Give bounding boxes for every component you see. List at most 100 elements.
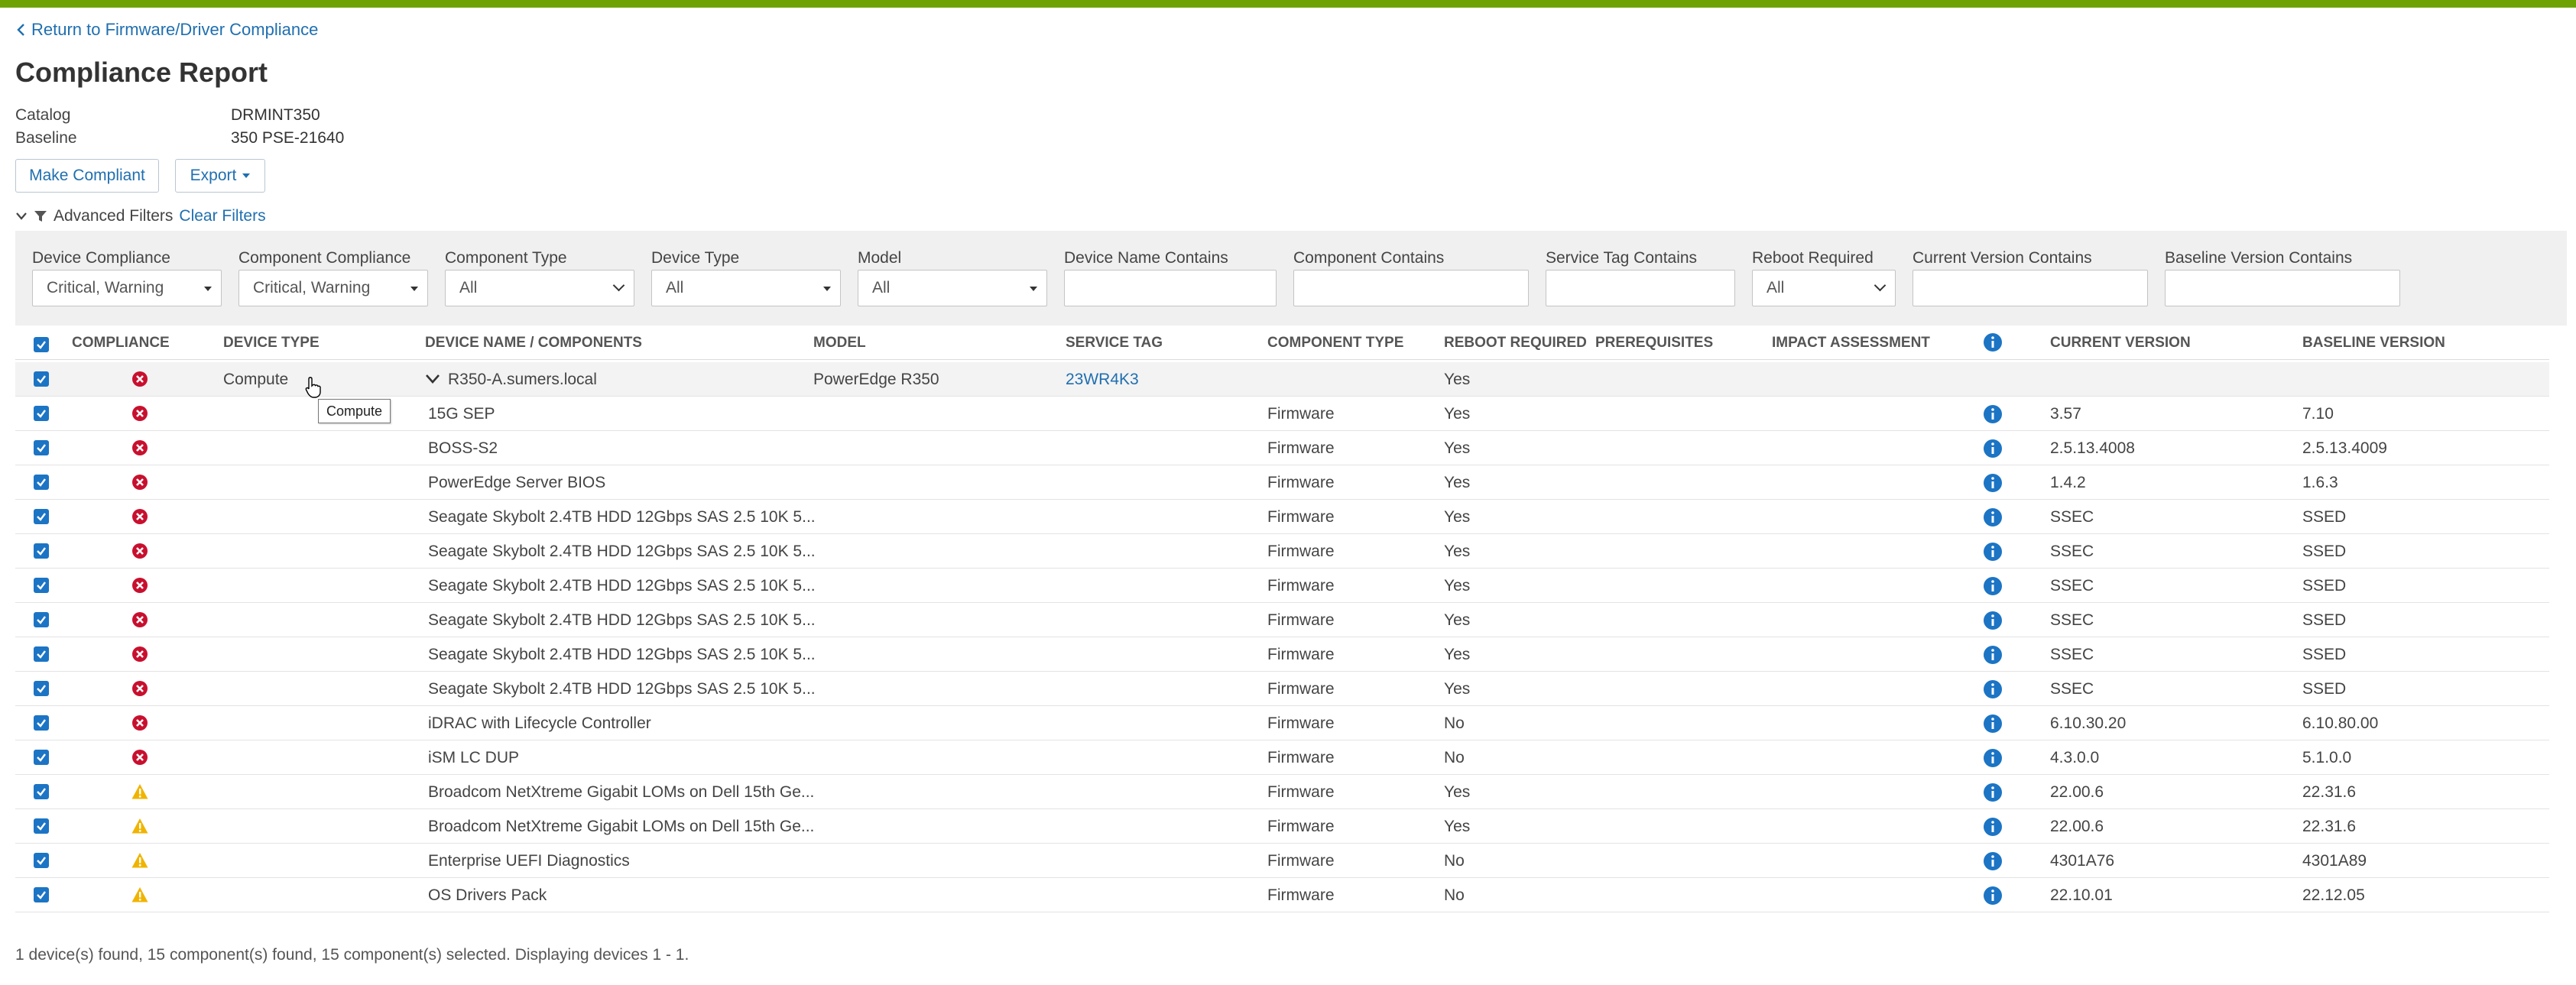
component-row[interactable]: 15G SEP Firmware Yes 3.57 7.10 [15, 397, 2549, 431]
export-button[interactable]: Export [175, 159, 265, 193]
info-icon[interactable] [1983, 507, 2003, 527]
component-row[interactable]: PowerEdge Server BIOS Firmware Yes 1.4.2 1.6… [15, 465, 2549, 500]
info-icon[interactable] [1983, 332, 2003, 352]
info-icon[interactable] [1983, 473, 2003, 493]
info-icon[interactable] [1983, 886, 2003, 906]
component-type: Firmware [1267, 611, 1335, 629]
component-row[interactable]: Seagate Skybolt 2.4TB HDD 12Gbps SAS 2.5… [15, 534, 2549, 569]
device-name-input[interactable] [1064, 270, 1277, 306]
reboot-required: Yes [1444, 680, 1471, 698]
col-device-name[interactable]: DEVICE NAME / COMPONENTS [425, 335, 642, 352]
col-prerequisites[interactable]: PREREQUISITES [1595, 335, 1713, 352]
row-checkbox[interactable] [34, 578, 49, 593]
baseline-label: Baseline [15, 129, 77, 147]
info-icon[interactable] [1983, 748, 2003, 768]
component-type: Firmware [1267, 818, 1335, 835]
component-type: Firmware [1267, 680, 1335, 698]
select-all-checkbox[interactable] [34, 337, 49, 352]
row-checkbox[interactable] [34, 715, 49, 731]
component-name: Seagate Skybolt 2.4TB HDD 12Gbps SAS 2.5… [428, 611, 816, 629]
info-icon[interactable] [1983, 782, 2003, 802]
component-row[interactable]: Seagate Skybolt 2.4TB HDD 12Gbps SAS 2.5… [15, 672, 2549, 706]
filter-model-label: Model [858, 249, 902, 267]
info-icon[interactable] [1983, 714, 2003, 734]
reboot-required: Yes [1444, 646, 1471, 663]
col-baseline-version[interactable]: BASELINE VERSION [2302, 335, 2445, 352]
baseline-version: SSED [2302, 508, 2347, 526]
model-select[interactable]: All [858, 270, 1047, 306]
back-link[interactable]: Return to Firmware/Driver Compliance [17, 20, 318, 40]
row-checkbox[interactable] [34, 853, 49, 868]
reboot-required: Yes [1444, 577, 1471, 595]
reboot-required: Yes [1444, 508, 1471, 526]
col-compliance[interactable]: COMPLIANCE [72, 335, 170, 352]
component-type-select[interactable]: All [445, 270, 634, 306]
component-type: Firmware [1267, 852, 1335, 870]
row-checkbox[interactable] [34, 612, 49, 627]
row-checkbox[interactable] [34, 818, 49, 834]
info-icon[interactable] [1983, 679, 2003, 699]
component-row[interactable]: iSM LC DUP Firmware No 4.3.0.0 5.1.0.0 [15, 740, 2549, 775]
row-checkbox[interactable] [34, 406, 49, 421]
component-row[interactable]: Seagate Skybolt 2.4TB HDD 12Gbps SAS 2.5… [15, 603, 2549, 637]
component-contains-input[interactable] [1293, 270, 1529, 306]
info-icon[interactable] [1983, 817, 2003, 837]
row-checkbox[interactable] [34, 887, 49, 902]
info-icon[interactable] [1983, 542, 2003, 562]
current-version-input[interactable] [1913, 270, 2148, 306]
row-checkbox[interactable] [34, 475, 49, 490]
make-compliant-button[interactable]: Make Compliant [15, 159, 159, 193]
component-row[interactable]: BOSS-S2 Firmware Yes 2.5.13.4008 2.5.13.4009 [15, 431, 2549, 465]
advanced-filters-toggle[interactable]: Advanced Filters Clear Filters [15, 207, 266, 225]
row-checkbox[interactable] [34, 646, 49, 662]
device-compliance-select[interactable]: Critical, Warning [32, 270, 222, 306]
row-checkbox[interactable] [34, 784, 49, 799]
component-row[interactable]: Broadcom NetXtreme Gigabit LOMs on Dell … [15, 809, 2549, 844]
clear-filters-link[interactable]: Clear Filters [179, 207, 265, 225]
col-current-version[interactable]: CURRENT VERSION [2050, 335, 2191, 352]
info-icon[interactable] [1983, 645, 2003, 665]
col-reboot-required[interactable]: REBOOT REQUIRED [1444, 335, 1587, 352]
component-row[interactable]: iDRAC with Lifecycle Controller Firmware N… [15, 706, 2549, 740]
col-impact-assessment[interactable]: IMPACT ASSESSMENT [1772, 335, 1930, 352]
reboot-required-select[interactable]: All [1752, 270, 1896, 306]
check-icon [37, 410, 46, 418]
filter-component-contains-label: Component Contains [1293, 249, 1445, 267]
component-row[interactable]: Enterprise UEFI Diagnostics Firmware No 430… [15, 844, 2549, 878]
col-model[interactable]: MODEL [813, 335, 866, 352]
row-checkbox[interactable] [34, 681, 49, 696]
component-type: Firmware [1267, 439, 1335, 457]
info-icon[interactable] [1983, 611, 2003, 630]
row-checkbox[interactable] [34, 371, 49, 387]
info-icon[interactable] [1983, 576, 2003, 596]
service-tag-link[interactable]: 23WR4K3 [1066, 362, 1139, 397]
service-tag-input[interactable] [1546, 270, 1735, 306]
component-compliance-select[interactable]: Critical, Warning [238, 270, 428, 306]
row-checkbox[interactable] [34, 509, 49, 524]
device-row[interactable]: Compute R350-A.sumers.local PowerEdge R3… [15, 362, 2549, 397]
component-row[interactable]: OS Drivers Pack Firmware No 22.10.01 22.12.0… [15, 878, 2549, 912]
reboot-required: Yes [1444, 474, 1471, 491]
current-version: 4301A76 [2050, 852, 2115, 870]
check-icon [37, 513, 46, 521]
col-component-type[interactable]: COMPONENT TYPE [1267, 335, 1403, 352]
baseline-version-input[interactable] [2165, 270, 2400, 306]
info-icon[interactable] [1983, 439, 2003, 458]
row-checkbox[interactable] [34, 543, 49, 559]
device-type-select[interactable]: All [651, 270, 841, 306]
col-device-type[interactable]: DEVICE TYPE [223, 335, 320, 352]
filter-current-version-label: Current Version Contains [1913, 249, 2092, 267]
chevron-down-icon[interactable] [425, 374, 440, 384]
component-name: OS Drivers Pack [428, 886, 547, 904]
export-label: Export [190, 167, 237, 184]
info-icon[interactable] [1983, 851, 2003, 871]
component-row[interactable]: Broadcom NetXtreme Gigabit LOMs on Dell … [15, 775, 2549, 809]
component-row[interactable]: Seagate Skybolt 2.4TB HDD 12Gbps SAS 2.5… [15, 500, 2549, 534]
info-icon[interactable] [1983, 404, 2003, 424]
col-service-tag[interactable]: SERVICE TAG [1066, 335, 1163, 352]
row-checkbox[interactable] [34, 440, 49, 455]
component-row[interactable]: Seagate Skybolt 2.4TB HDD 12Gbps SAS 2.5… [15, 637, 2549, 672]
component-name: PowerEdge Server BIOS [428, 474, 606, 491]
row-checkbox[interactable] [34, 750, 49, 765]
component-row[interactable]: Seagate Skybolt 2.4TB HDD 12Gbps SAS 2.5… [15, 569, 2549, 603]
